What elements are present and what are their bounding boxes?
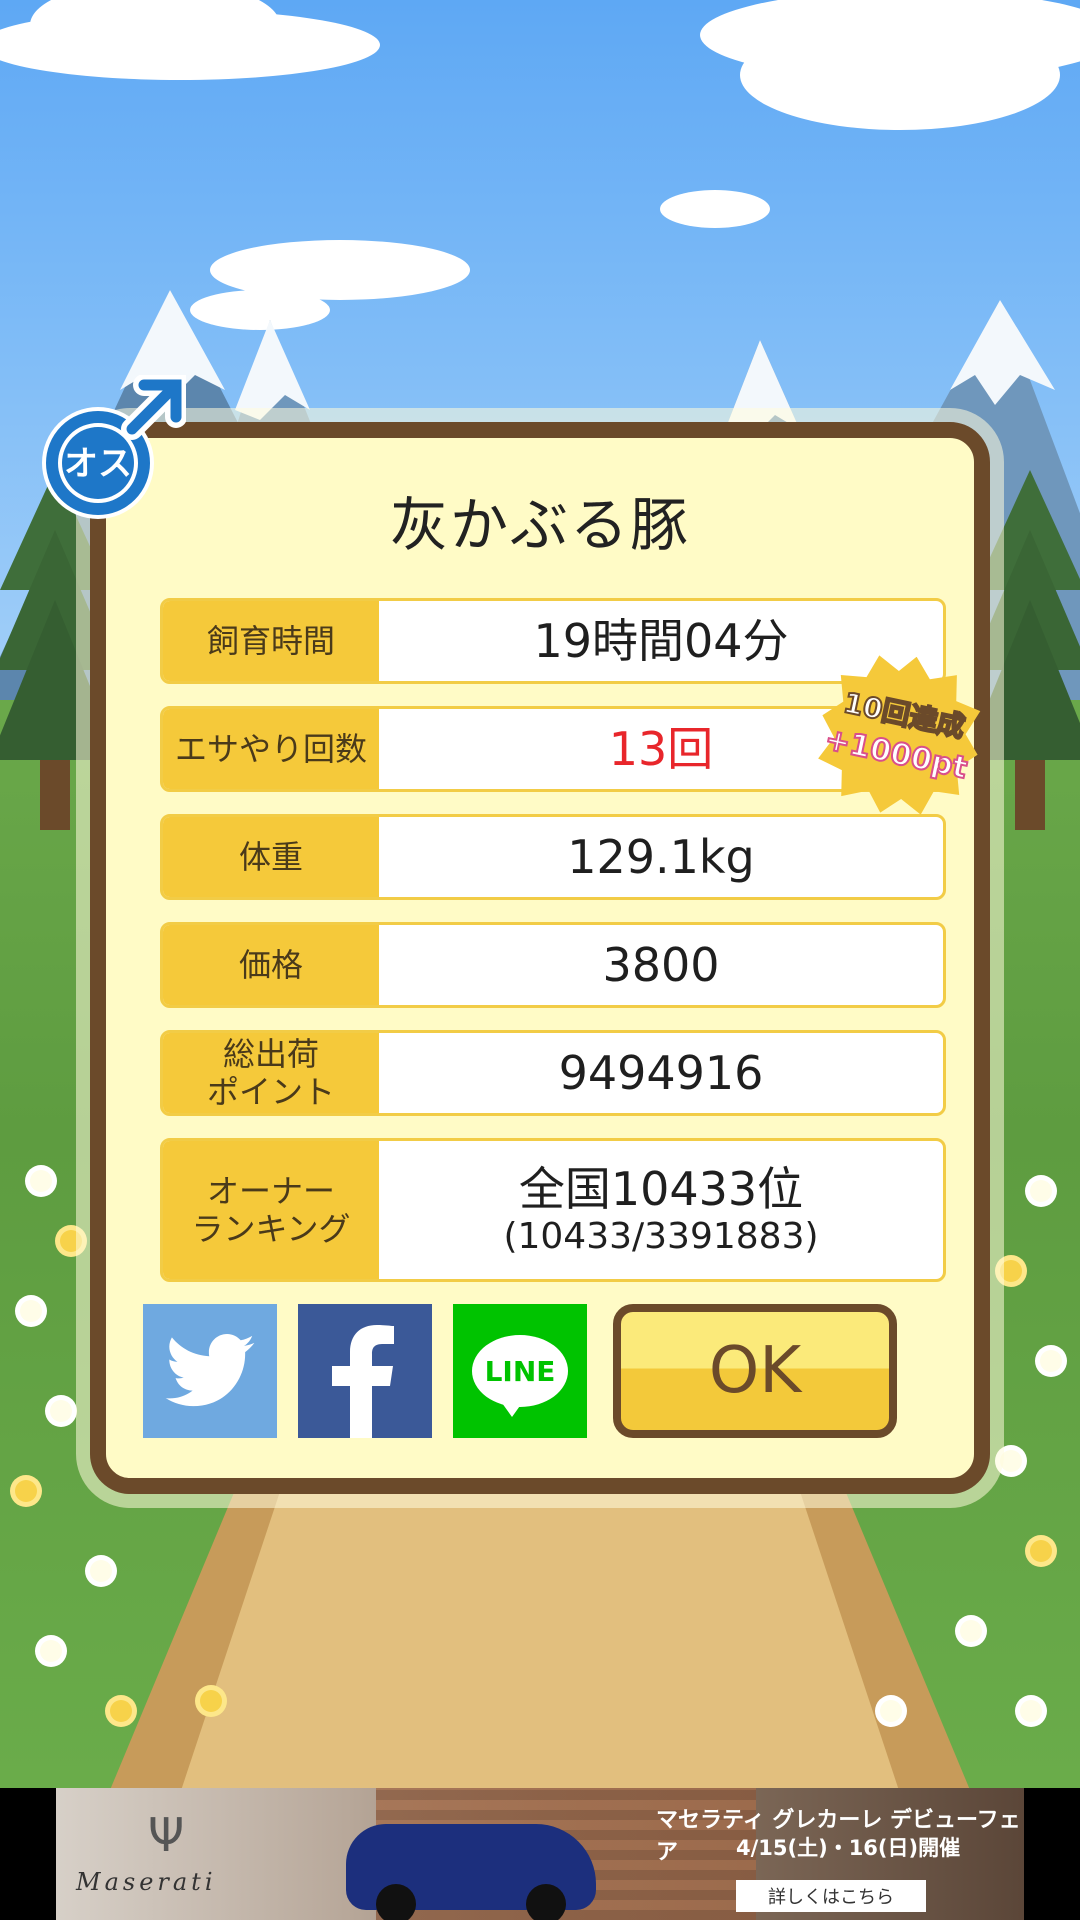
flower — [1000, 1450, 1022, 1472]
stat-row-raising-time: 飼育時間 19時間04分 — [160, 598, 946, 684]
maserati-trident-icon: Ψ — [148, 1808, 185, 1862]
ad-car-wheel — [526, 1884, 566, 1920]
flower — [40, 1640, 62, 1662]
stat-label: オーナー ランキング — [163, 1141, 379, 1279]
ad-date: 4/15(土)・16(日)開催 — [736, 1836, 961, 1860]
flower — [15, 1480, 37, 1502]
flower — [50, 1400, 72, 1422]
ad-cta-button[interactable]: 詳しくはこちら — [736, 1880, 926, 1912]
stat-label: 飼育時間 — [163, 601, 379, 681]
flower — [960, 1620, 982, 1642]
stat-row-weight: 体重 129.1kg — [160, 814, 946, 900]
stat-row-owner-ranking: オーナー ランキング 全国10433位 (10433/3391883) — [160, 1138, 946, 1282]
flower — [110, 1700, 132, 1722]
stat-row-total-points: 総出荷 ポイント 9494916 — [160, 1030, 946, 1116]
ranking-detail: (10433/3391883) — [503, 1215, 819, 1257]
flower — [1020, 1700, 1042, 1722]
stat-label: エサやり回数 — [163, 709, 379, 789]
twitter-share-button[interactable] — [143, 1304, 277, 1438]
flower — [90, 1560, 112, 1582]
flower — [1040, 1350, 1062, 1372]
cloud — [660, 190, 770, 228]
pig-name-title: 灰かぶる豚 — [389, 491, 690, 559]
stat-row-price: 価格 3800 — [160, 922, 946, 1008]
stat-value: 3800 — [602, 937, 720, 992]
ad-banner[interactable]: Ψ Maserati マセラティ グレカーレ デビューフェア 4/15(土)・1… — [56, 1788, 1024, 1920]
line-share-button[interactable]: LINE — [453, 1304, 587, 1438]
stat-label: 総出荷 ポイント — [163, 1033, 379, 1113]
stat-label: 価格 — [163, 925, 379, 1005]
flower — [20, 1300, 42, 1322]
gender-label: オス — [64, 444, 132, 484]
flower — [30, 1170, 52, 1192]
ad-brand-logo: Maserati — [76, 1868, 217, 1896]
male-gender-icon: オス — [42, 375, 186, 519]
flower — [1030, 1540, 1052, 1562]
ad-banner-bar: Ψ Maserati マセラティ グレカーレ デビューフェア 4/15(土)・1… — [0, 1788, 1080, 1920]
stat-label: 体重 — [163, 817, 379, 897]
ok-button[interactable]: OK — [613, 1304, 897, 1438]
facebook-f-icon — [332, 1325, 394, 1438]
ad-car-wheel — [376, 1884, 416, 1920]
line-icon: LINE — [472, 1335, 568, 1417]
facebook-share-button[interactable] — [298, 1304, 432, 1438]
flower — [880, 1700, 902, 1722]
stat-value: 129.1kg — [567, 829, 755, 884]
twitter-bird-icon — [165, 1334, 255, 1407]
stat-value: 9494916 — [558, 1045, 764, 1100]
cloud — [740, 20, 1060, 130]
flower — [200, 1690, 222, 1712]
ranking-value: 全国10433位 — [518, 1161, 804, 1216]
stat-value: 全国10433位 (10433/3391883) — [379, 1141, 943, 1279]
flower — [1030, 1180, 1052, 1202]
flower — [1000, 1260, 1022, 1282]
achievement-badge: 10回達成 +1000pt — [805, 640, 995, 830]
flower — [60, 1230, 82, 1252]
